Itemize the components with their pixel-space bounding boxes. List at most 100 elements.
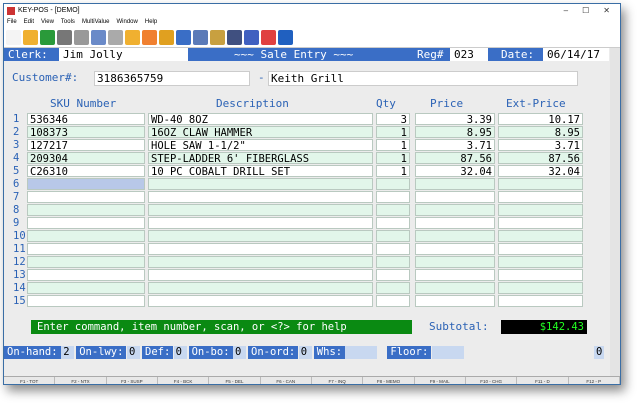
cell-sku[interactable] [27,295,145,307]
cell-qty[interactable] [376,191,410,203]
edit-icon[interactable] [244,29,259,45]
cell-sku[interactable] [27,282,145,294]
open-icon[interactable] [23,29,38,45]
cell-sku[interactable]: 108373 [27,126,145,138]
cell-price[interactable] [415,243,495,255]
cell-sku[interactable] [27,191,145,203]
cell-price[interactable] [415,217,495,229]
cell-qty[interactable]: 1 [376,165,410,177]
cell-desc[interactable] [148,295,373,307]
fkey-9[interactable]: F9 - MAIL [415,377,466,384]
menu-tools[interactable]: Tools [61,19,75,25]
cell-sku[interactable]: C26310 [27,165,145,177]
cell-qty[interactable] [376,256,410,268]
reg-field[interactable]: 023 [450,48,488,61]
fkey-7[interactable]: F7 - INQ [312,377,364,384]
cell-price[interactable]: 87.56 [415,152,495,164]
maximize-button[interactable]: ☐ [582,6,589,15]
vertical-scrollbar[interactable] [610,48,620,376]
barcode-icon[interactable] [74,29,89,45]
cell-ext[interactable] [498,217,583,229]
fkey-10[interactable]: F10 - CHG [466,377,518,384]
clerk-field[interactable]: Jim Jolly [59,48,188,61]
fkey-12[interactable]: F12 - P [569,377,620,384]
cell-ext[interactable]: 32.04 [498,165,583,177]
cell-price[interactable] [415,230,495,242]
cell-sku[interactable]: 209304 [27,152,145,164]
print-icon[interactable] [57,29,72,45]
cell-qty[interactable] [376,230,410,242]
fkey-2[interactable]: F2 - NTX [55,377,107,384]
copy-icon[interactable] [91,29,106,45]
cell-desc[interactable] [148,204,373,216]
cell-desc[interactable]: WD-40 8OZ [148,113,373,125]
customer-number-field[interactable]: 3186365759 [94,71,250,86]
cell-ext[interactable] [498,282,583,294]
menu-edit[interactable]: Edit [24,19,34,25]
cell-sku[interactable]: _ [27,178,145,190]
cell-ext[interactable]: 8.95 [498,126,583,138]
cell-sku[interactable] [27,217,145,229]
cell-qty[interactable]: 1 [376,139,410,151]
list-icon[interactable] [176,29,191,45]
cell-sku[interactable] [27,269,145,281]
cell-price[interactable] [415,191,495,203]
save-icon[interactable] [40,29,55,45]
cell-desc[interactable] [148,230,373,242]
folder-icon[interactable] [125,29,140,45]
cell-ext[interactable] [498,204,583,216]
cell-price[interactable]: 32.04 [415,165,495,177]
cell-price[interactable] [415,269,495,281]
report-icon[interactable] [193,29,208,45]
close-button[interactable]: ✕ [603,6,610,15]
cell-desc[interactable] [148,217,373,229]
cell-price[interactable] [415,178,495,190]
database-icon[interactable] [159,29,174,45]
minimize-button[interactable]: – [564,6,568,15]
cell-qty[interactable] [376,204,410,216]
cell-sku[interactable] [27,256,145,268]
cell-desc[interactable]: HOLE SAW 1-1/2" [148,139,373,151]
cell-ext[interactable] [498,295,583,307]
cell-ext[interactable]: 87.56 [498,152,583,164]
cell-price[interactable]: 8.95 [415,126,495,138]
fkey-4[interactable]: F4 - BCK [158,377,210,384]
cell-desc[interactable] [148,256,373,268]
cell-desc[interactable] [148,191,373,203]
cell-qty[interactable] [376,295,410,307]
cell-price[interactable] [415,295,495,307]
customer-name-field[interactable]: Keith Grill [268,71,578,86]
menu-file[interactable]: File [7,19,17,25]
help-icon[interactable] [278,29,293,45]
cell-ext[interactable] [498,191,583,203]
new-icon[interactable] [6,29,21,45]
cell-desc[interactable] [148,269,373,281]
cell-desc[interactable] [148,243,373,255]
cell-ext[interactable]: 3.71 [498,139,583,151]
cell-ext[interactable] [498,243,583,255]
cell-qty[interactable]: 1 [376,152,410,164]
cell-ext[interactable] [498,269,583,281]
fkey-3[interactable]: F3 - SUSP [107,377,158,384]
cell-qty[interactable] [376,178,410,190]
date-field[interactable]: 06/14/17 [543,48,609,61]
fkey-1[interactable]: F1 - TOT [4,377,56,384]
cell-ext[interactable]: 10.17 [498,113,583,125]
cell-sku[interactable] [27,204,145,216]
cell-desc[interactable] [148,282,373,294]
cell-qty[interactable] [376,282,410,294]
cell-ext[interactable] [498,178,583,190]
cell-qty[interactable]: 1 [376,126,410,138]
menu-window[interactable]: Window [117,19,138,25]
cell-desc[interactable]: STEP-LADDER 6' FIBERGLASS [148,152,373,164]
cell-qty[interactable] [376,243,410,255]
cell-sku[interactable] [27,230,145,242]
fkey-6[interactable]: F6 - CAN [261,377,312,384]
menu-help[interactable]: Help [145,19,157,25]
settings-icon[interactable] [210,29,225,45]
cell-sku[interactable] [27,243,145,255]
cell-price[interactable] [415,256,495,268]
cell-desc[interactable]: 16OZ CLAW HAMMER [148,126,373,138]
menu-multivalue[interactable]: MultiValue [82,19,110,25]
fkey-5[interactable]: F5 - DEL [209,377,261,384]
